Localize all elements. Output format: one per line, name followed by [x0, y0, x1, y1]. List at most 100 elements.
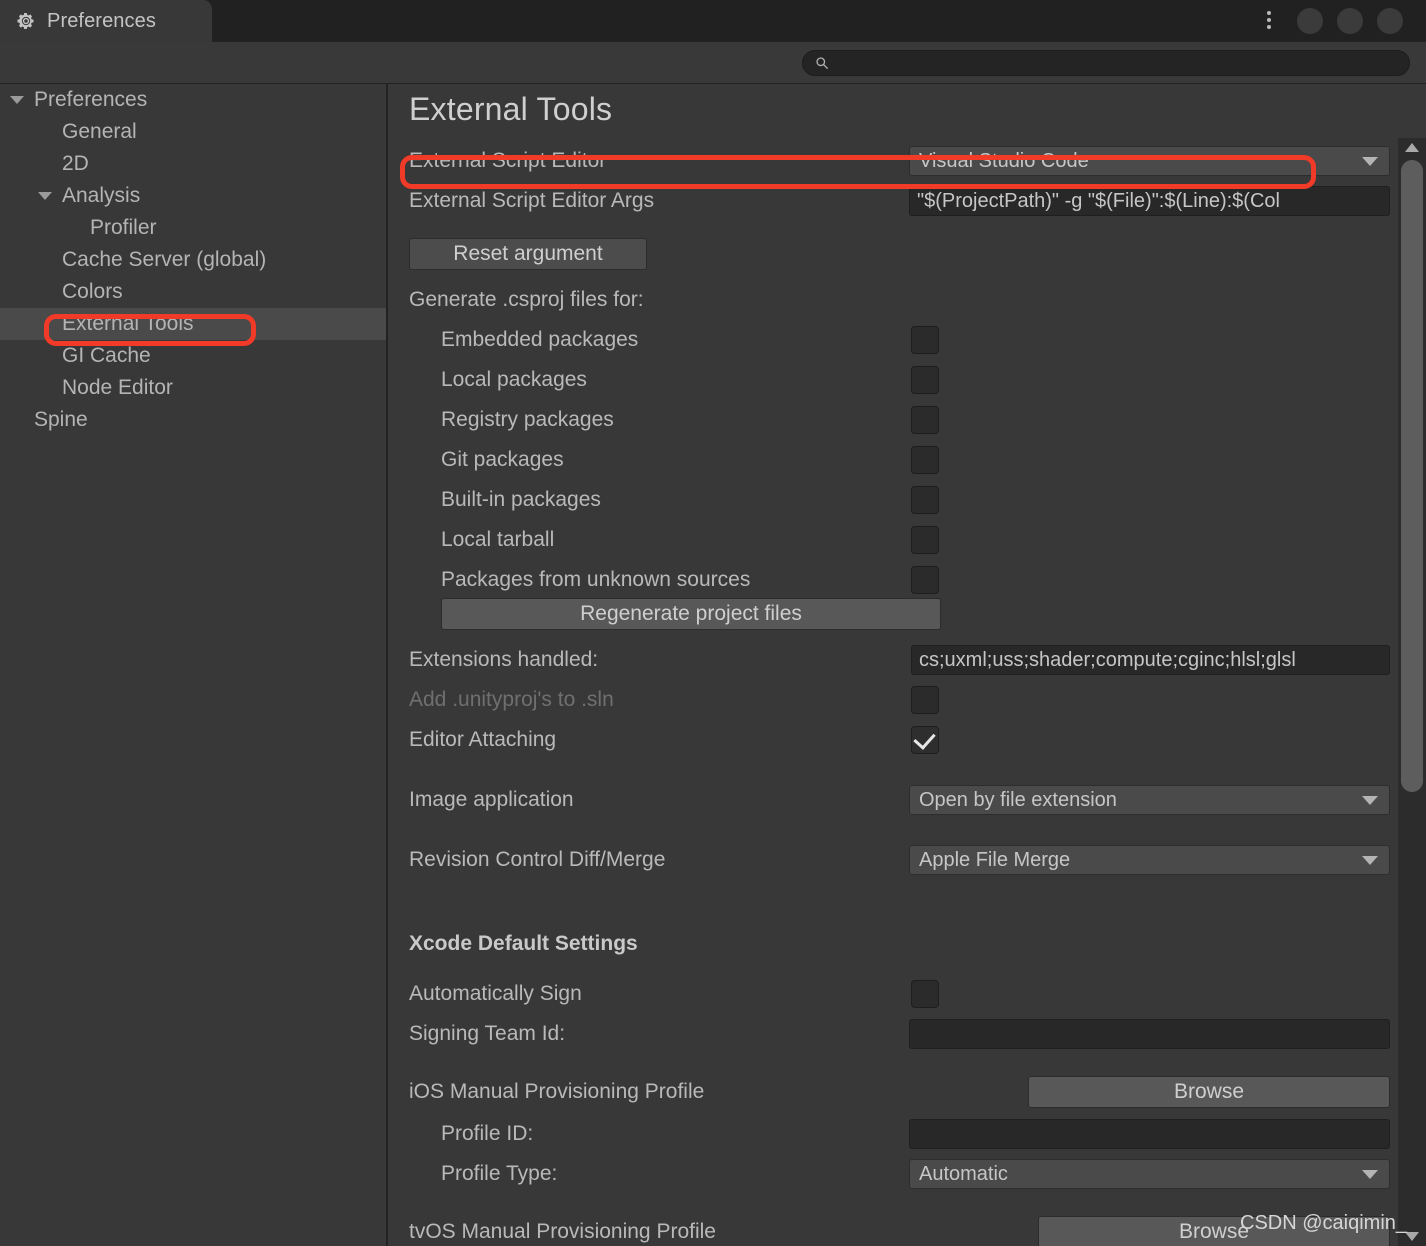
csproj-local-packages-label: Local packages [441, 368, 587, 391]
external-script-editor-dropdown[interactable]: Visual Studio Code [909, 146, 1390, 176]
sidebar-item-label: Colors [62, 280, 123, 303]
chevron-down-icon [1362, 1169, 1378, 1179]
sidebar-item-gi-cache[interactable]: GI Cache [0, 340, 386, 372]
kebab-menu-icon[interactable] [1267, 11, 1271, 29]
search-icon [815, 56, 829, 70]
csproj-local-packages-checkbox[interactable] [911, 366, 939, 394]
external-script-editor-args-label: External Script Editor Args [409, 189, 655, 212]
profile-id-label: Profile ID: [441, 1122, 534, 1145]
sidebar-item-label: Cache Server (global) [62, 248, 267, 271]
row-csproj-embedded-packages: Embedded packages [388, 320, 1393, 360]
sidebar-item-spine[interactable]: Spine [0, 404, 386, 436]
row-generate-csproj-header: Generate .csproj files for: [388, 280, 1393, 320]
caret-down-icon[interactable] [10, 96, 24, 104]
page-title: External Tools [409, 91, 613, 127]
profile-type-dropdown[interactable]: Automatic [909, 1159, 1390, 1189]
chevron-down-icon [1362, 795, 1378, 805]
row-extensions-handled: Extensions handled: cs;uxml;uss;shader;c… [388, 640, 1393, 680]
sidebar-item-profiler[interactable]: Profiler [0, 212, 386, 244]
csproj-packages-from-unknown-sources-checkbox[interactable] [911, 566, 939, 594]
sidebar-item-2d[interactable]: 2D [0, 148, 386, 180]
revision-control-dropdown[interactable]: Apple File Merge [909, 845, 1390, 875]
preferences-sidebar: Preferences General 2D Analysis Profiler Cach… [0, 84, 386, 1246]
extensions-handled-label: Extensions handled: [409, 648, 599, 671]
caret-down-icon[interactable] [38, 192, 52, 200]
row-ios-provisioning-profile: iOS Manual Provisioning Profile Browse [388, 1072, 1393, 1112]
row-xcode-section-header: Xcode Default Settings [388, 924, 1393, 964]
scroll-down-arrow-icon[interactable] [1405, 1232, 1419, 1241]
xcode-section-label: Xcode Default Settings [409, 932, 638, 955]
csproj-git-packages-checkbox[interactable] [911, 446, 939, 474]
row-automatically-sign: Automatically Sign [388, 974, 1393, 1014]
checkmark-icon [913, 727, 936, 750]
row-external-script-editor: External Script Editor Visual Studio Cod… [388, 141, 1393, 181]
sidebar-item-label: General [62, 120, 137, 143]
row-csproj-git-packages: Git packages [388, 440, 1393, 480]
vertical-scrollbar[interactable] [1398, 138, 1426, 1246]
sidebar-item-general[interactable]: General [0, 116, 386, 148]
scrollbar-thumb[interactable] [1401, 160, 1423, 792]
preferences-window: Preferences Preferences General 2D Analysis… [0, 0, 1426, 1246]
profile-type-value: Automatic [919, 1162, 1008, 1185]
regenerate-project-files-button[interactable]: Regenerate project files [441, 598, 941, 630]
extensions-handled-field[interactable]: cs;uxml;uss;shader;compute;cginc;hlsl;gl… [911, 645, 1390, 675]
row-editor-attaching: Editor Attaching [388, 720, 1393, 760]
sidebar-item-preferences[interactable]: Preferences [0, 84, 386, 116]
search-input[interactable] [836, 53, 1409, 73]
revision-control-label: Revision Control Diff/Merge [409, 848, 666, 871]
editor-attaching-checkbox[interactable] [911, 726, 939, 754]
tab-label: Preferences [47, 9, 156, 32]
row-signing-team-id: Signing Team Id: [388, 1014, 1393, 1054]
image-application-value: Open by file extension [919, 788, 1117, 811]
row-revision-control: Revision Control Diff/Merge Apple File M… [388, 840, 1393, 880]
reset-argument-button[interactable]: Reset argument [409, 238, 647, 270]
add-unityproj-checkbox[interactable] [911, 686, 939, 714]
csproj-built-in-packages-label: Built-in packages [441, 488, 601, 511]
profile-type-label: Profile Type: [441, 1162, 558, 1185]
tvos-provisioning-profile-label: tvOS Manual Provisioning Profile [409, 1220, 716, 1243]
window-button-minimize[interactable] [1297, 8, 1323, 34]
external-script-editor-value: Visual Studio Code [919, 149, 1089, 172]
signing-team-id-field[interactable] [909, 1019, 1390, 1049]
csproj-built-in-packages-checkbox[interactable] [911, 486, 939, 514]
csproj-registry-packages-checkbox[interactable] [911, 406, 939, 434]
csproj-registry-packages-label: Registry packages [441, 408, 614, 431]
image-application-dropdown[interactable]: Open by file extension [909, 785, 1390, 815]
sidebar-item-colors[interactable]: Colors [0, 276, 386, 308]
sidebar-item-analysis[interactable]: Analysis [0, 180, 386, 212]
automatically-sign-label: Automatically Sign [409, 982, 582, 1005]
image-application-label: Image application [409, 788, 574, 811]
window-button-close[interactable] [1377, 8, 1403, 34]
sidebar-item-label: Spine [34, 408, 88, 431]
row-add-unityproj: Add .unityproj's to .sln [388, 680, 1393, 720]
sidebar-item-external-tools[interactable]: External Tools [0, 308, 386, 340]
window-button-maximize[interactable] [1337, 8, 1363, 34]
title-bar: Preferences [0, 0, 1426, 42]
csproj-git-packages-label: Git packages [441, 448, 564, 471]
editor-attaching-label: Editor Attaching [409, 728, 557, 751]
sidebar-item-label: GI Cache [62, 344, 151, 367]
sidebar-item-cache-server-global[interactable]: Cache Server (global) [0, 244, 386, 276]
sidebar-item-node-editor[interactable]: Node Editor [0, 372, 386, 404]
tab-preferences[interactable]: Preferences [0, 0, 212, 42]
external-script-editor-args-field[interactable]: "$(ProjectPath)" -g "$(File)":$(Line):$(… [909, 186, 1390, 216]
sidebar-item-label: Node Editor [62, 376, 173, 399]
search-box[interactable] [802, 50, 1410, 76]
automatically-sign-checkbox[interactable] [911, 980, 939, 1008]
signing-team-id-label: Signing Team Id: [409, 1022, 566, 1045]
sidebar-item-label: 2D [62, 152, 89, 175]
ios-provisioning-browse-button[interactable]: Browse [1028, 1076, 1390, 1108]
sidebar-item-label: Analysis [62, 184, 141, 207]
row-profile-id: Profile ID: [388, 1114, 1393, 1154]
row-csproj-packages-from-unknown-sources: Packages from unknown sources [388, 560, 1393, 600]
add-unityproj-label: Add .unityproj's to .sln [409, 688, 614, 711]
csproj-embedded-packages-checkbox[interactable] [911, 326, 939, 354]
chevron-down-icon [1362, 156, 1378, 166]
row-csproj-local-packages: Local packages [388, 360, 1393, 400]
sidebar-item-label: Profiler [90, 216, 157, 239]
csproj-local-tarball-checkbox[interactable] [911, 526, 939, 554]
csproj-packages-from-unknown-sources-label: Packages from unknown sources [441, 568, 751, 591]
scroll-up-arrow-icon[interactable] [1405, 143, 1419, 152]
revision-control-value: Apple File Merge [919, 848, 1071, 871]
profile-id-field[interactable] [909, 1119, 1390, 1149]
